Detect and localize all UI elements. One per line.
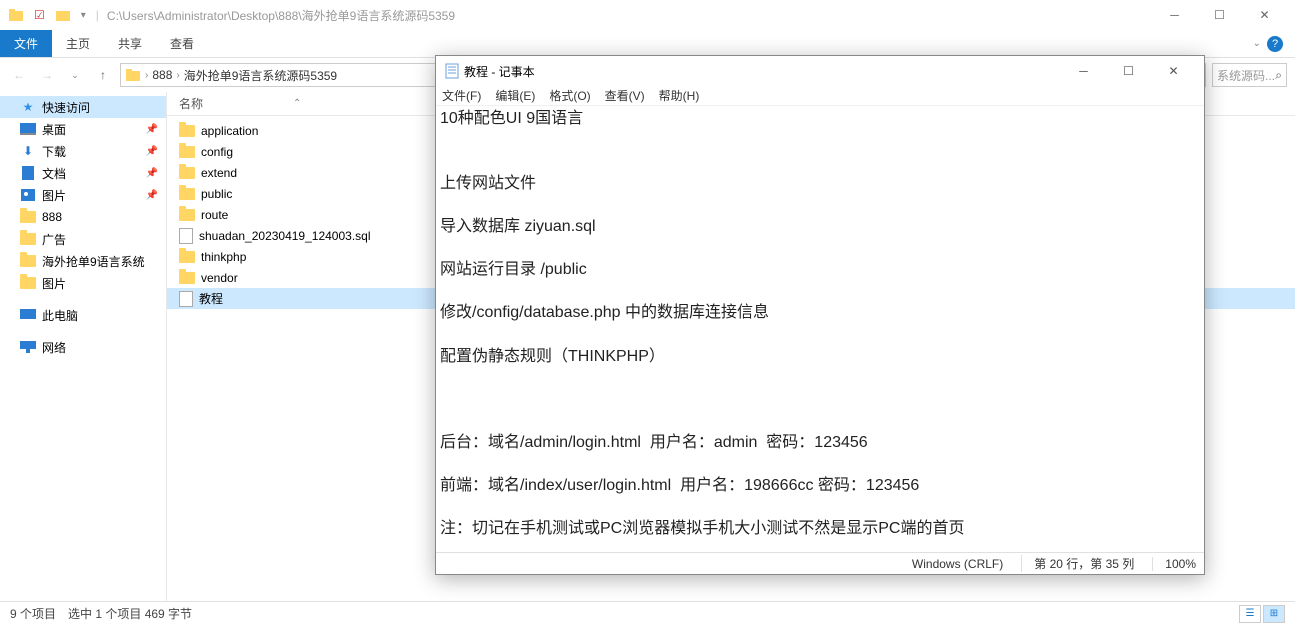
chevron-right-icon[interactable]: ›: [145, 70, 148, 81]
sidebar-item-downloads[interactable]: ⬇下载📌: [0, 140, 166, 162]
notepad-textarea[interactable]: 10种配色UI 9国语言 上传网站文件 导入数据库 ziyuan.sql 网站运…: [436, 106, 1204, 552]
folder-small-icon[interactable]: [55, 7, 71, 23]
notepad-icon: [444, 63, 460, 79]
chevron-right-icon[interactable]: ›: [176, 70, 179, 81]
back-button[interactable]: ←: [8, 64, 30, 86]
document-icon: [20, 165, 36, 181]
notepad-statusbar: Windows (CRLF) 第 20 行，第 35 列 100%: [436, 552, 1204, 574]
np-position: 第 20 行，第 35 列: [1021, 555, 1134, 572]
notepad-title: 教程 - 记事本: [464, 63, 535, 80]
file-name: extend: [201, 166, 237, 180]
menu-format[interactable]: 格式(O): [549, 87, 590, 104]
dropdown-icon[interactable]: ▾: [81, 10, 86, 21]
sidebar-item-quickaccess[interactable]: ★快速访问: [0, 96, 166, 118]
menu-view[interactable]: 查看(V): [605, 87, 645, 104]
sidebar-item-888[interactable]: 888: [0, 206, 166, 228]
folder-icon: [179, 209, 195, 221]
selection-info: 选中 1 个项目 469 字节: [68, 605, 192, 622]
help-icon[interactable]: ?: [1267, 36, 1283, 52]
sidebar-item-documents[interactable]: 文档📌: [0, 162, 166, 184]
sidebar-item-ads[interactable]: 广告: [0, 228, 166, 250]
file-name: config: [201, 145, 233, 159]
folder-icon: [179, 167, 195, 179]
search-icon[interactable]: ⌕: [1275, 68, 1282, 83]
np-encoding: Windows (CRLF): [900, 557, 1003, 571]
ribbon: 文件 主页 共享 查看 ⌄ ?: [0, 30, 1295, 58]
folder-icon: [20, 209, 36, 225]
notepad-menu: 文件(F) 编辑(E) 格式(O) 查看(V) 帮助(H): [436, 86, 1204, 106]
np-maximize-button[interactable]: ☐: [1106, 57, 1151, 85]
pictures-icon: [20, 187, 36, 203]
file-name: thinkphp: [201, 250, 246, 264]
menu-edit[interactable]: 编辑(E): [495, 87, 535, 104]
quick-access-toolbar: ☑ ▾ |: [8, 7, 99, 23]
sidebar-item-pictures2[interactable]: 图片: [0, 272, 166, 294]
ribbon-tab-home[interactable]: 主页: [52, 30, 104, 57]
view-icons-button[interactable]: ⊞: [1263, 605, 1285, 623]
maximize-button[interactable]: ☐: [1197, 0, 1242, 30]
menu-help[interactable]: 帮助(H): [659, 87, 700, 104]
view-details-button[interactable]: ☰: [1239, 605, 1261, 623]
pin-icon: 📌: [146, 168, 158, 179]
breadcrumb-item[interactable]: 888: [152, 68, 172, 82]
folder-icon: [8, 7, 24, 23]
pc-icon: [20, 307, 36, 323]
folder-icon: [125, 67, 141, 83]
statusbar: 9 个项目 选中 1 个项目 469 字节 ☰ ⊞: [0, 601, 1295, 625]
item-count: 9 个项目: [10, 605, 56, 622]
sort-icon: ⌃: [293, 98, 301, 109]
np-zoom: 100%: [1152, 557, 1196, 571]
minimize-button[interactable]: ─: [1152, 0, 1197, 30]
file-name: public: [201, 187, 232, 201]
file-icon: [179, 228, 193, 244]
folder-icon: [20, 231, 36, 247]
pin-icon: 📌: [146, 124, 158, 135]
folder-icon: [20, 253, 36, 269]
file-name: 教程: [199, 290, 223, 307]
up-button[interactable]: ↑: [92, 64, 114, 86]
sidebar-item-thispc[interactable]: 此电脑: [0, 304, 166, 326]
chevron-down-icon[interactable]: ⌄: [1253, 38, 1261, 49]
network-icon: [20, 339, 36, 355]
desktop-icon: [20, 121, 36, 137]
file-name: route: [201, 208, 228, 222]
sidebar-item-network[interactable]: 网络: [0, 336, 166, 358]
explorer-titlebar: ☑ ▾ | C:\Users\Administrator\Desktop\888…: [0, 0, 1295, 30]
file-name: shuadan_20230419_124003.sql: [199, 229, 371, 243]
sidebar-item-desktop[interactable]: 桌面📌: [0, 118, 166, 140]
sidebar-item-overseas[interactable]: 海外抢单9语言系统: [0, 250, 166, 272]
file-name: vendor: [201, 271, 238, 285]
sidebar: ★快速访问 桌面📌 ⬇下载📌 文档📌 图片📌 888 广告 海外抢单9语言系统 …: [0, 92, 167, 601]
star-icon: ★: [20, 99, 36, 115]
ribbon-tab-share[interactable]: 共享: [104, 30, 156, 57]
pin-icon: 📌: [146, 146, 158, 157]
folder-icon: [179, 251, 195, 263]
menu-file[interactable]: 文件(F): [442, 87, 481, 104]
breadcrumb-item[interactable]: 海外抢单9语言系统源码5359: [184, 67, 337, 84]
pin-icon: 📌: [146, 190, 158, 201]
np-close-button[interactable]: ✕: [1151, 57, 1196, 85]
ribbon-tab-view[interactable]: 查看: [156, 30, 208, 57]
ribbon-tab-file[interactable]: 文件: [0, 30, 52, 57]
np-minimize-button[interactable]: ─: [1061, 57, 1106, 85]
notepad-titlebar: 教程 - 记事本 ─ ☐ ✕: [436, 56, 1204, 86]
close-button[interactable]: ✕: [1242, 0, 1287, 30]
folder-icon: [179, 146, 195, 158]
search-input[interactable]: 系统源码... ⌕: [1212, 63, 1287, 87]
folder-icon: [179, 272, 195, 284]
sidebar-item-pictures[interactable]: 图片📌: [0, 184, 166, 206]
file-name: application: [201, 124, 258, 138]
notepad-window: 教程 - 记事本 ─ ☐ ✕ 文件(F) 编辑(E) 格式(O) 查看(V) 帮…: [435, 55, 1205, 575]
checkbox-icon[interactable]: ☑: [34, 8, 45, 22]
history-dropdown[interactable]: ⌄: [64, 64, 86, 86]
titlebar-path: C:\Users\Administrator\Desktop\888\海外抢单9…: [107, 7, 455, 24]
forward-button[interactable]: →: [36, 64, 58, 86]
folder-icon: [179, 188, 195, 200]
folder-icon: [20, 275, 36, 291]
folder-icon: [179, 125, 195, 137]
text-file-icon: [179, 291, 193, 307]
download-icon: ⬇: [20, 143, 36, 159]
